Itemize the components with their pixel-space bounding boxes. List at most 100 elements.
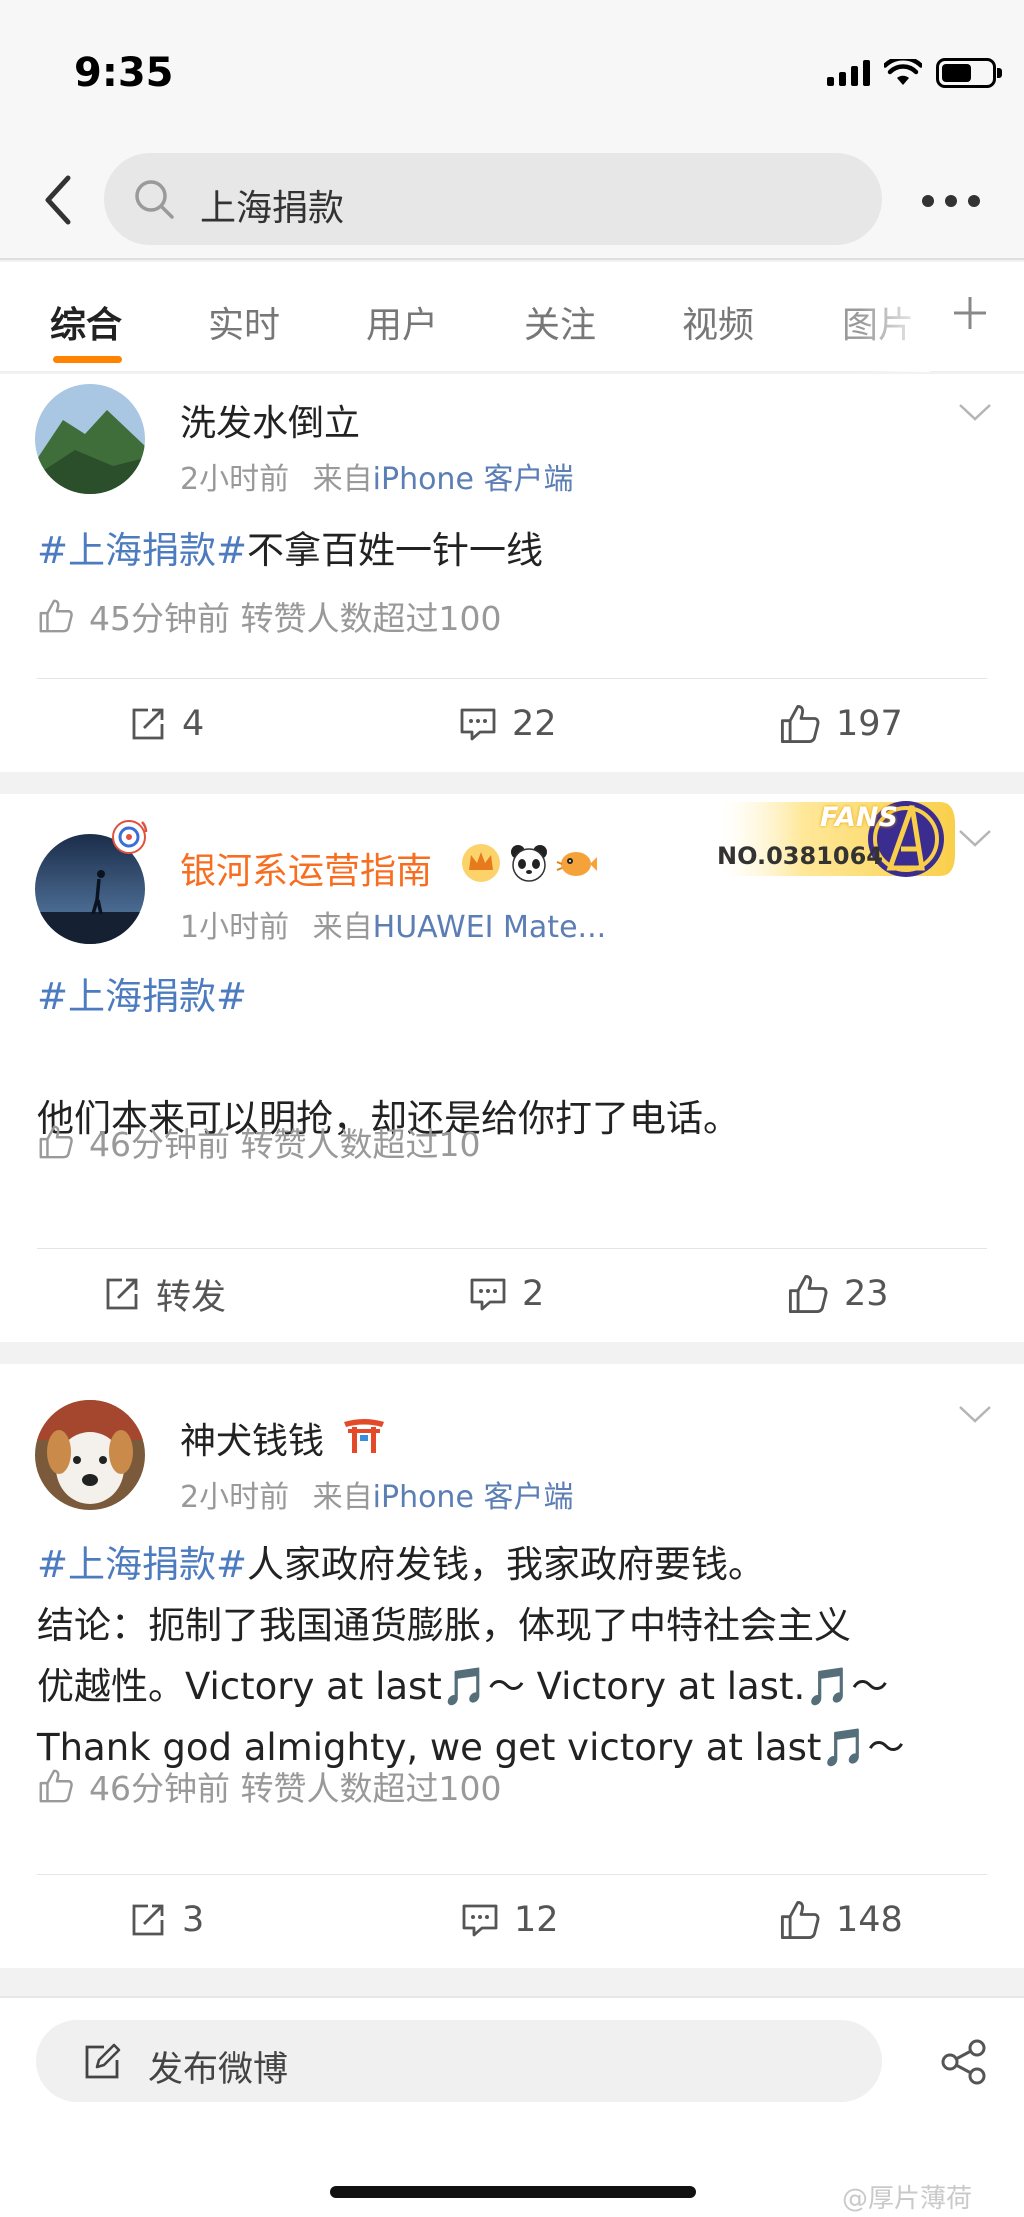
comment-count: 2: [522, 1274, 545, 1314]
search-input[interactable]: 上海捐款: [200, 179, 344, 231]
share-icon[interactable]: [940, 2038, 988, 2086]
repost-count: 4: [182, 704, 205, 744]
back-arrow-icon[interactable]: [36, 170, 86, 230]
avatar[interactable]: [35, 1400, 145, 1510]
tab-realtime[interactable]: 实时: [208, 296, 280, 348]
watermark: @厚片薄荷: [842, 2184, 973, 2214]
fans-badge[interactable]: FANS NO.0381064: [700, 794, 960, 884]
thumbs-up-icon: [780, 1900, 820, 1940]
active-tab-indicator: [53, 356, 122, 363]
status-bar: 9:35: [0, 0, 1024, 140]
post-meta: 1小时前 来自HUAWEI Mate...: [180, 902, 606, 946]
repost-label: 转发: [156, 1277, 227, 1318]
search-icon: [135, 180, 174, 219]
post-time: 2小时前: [180, 1480, 290, 1515]
post-time: 1小时前: [180, 910, 290, 945]
post-card[interactable]: 洗发水倒立 2小时前 来自iPhone 客户端 #上海捐款#不拿百姓一针一线 4…: [0, 374, 1024, 772]
hot-indicator: 46分钟前 转赞人数超过100: [37, 1762, 501, 1810]
comment-button[interactable]: 2: [468, 1256, 544, 1332]
repost-button[interactable]: 转发: [102, 1256, 226, 1332]
like-button[interactable]: 148: [778, 1882, 903, 1958]
like-count: 148: [836, 1900, 903, 1940]
comment-button[interactable]: 12: [460, 1882, 559, 1958]
repost-button[interactable]: 3: [128, 1882, 204, 1958]
post-username[interactable]: 银河系运营指南: [180, 842, 432, 894]
chevron-down-icon[interactable]: [958, 828, 992, 848]
verified-badge-icon: [112, 820, 148, 854]
battery-icon: [936, 58, 1002, 88]
hot-text: 45分钟前 转赞人数超过100: [89, 599, 502, 638]
repost-icon: [106, 1278, 138, 1310]
thumbs-up-icon: [788, 1274, 828, 1314]
crown-badge-icon: [462, 844, 500, 882]
post-username[interactable]: 神犬钱钱: [180, 1412, 324, 1464]
pencil-edit-icon: [85, 2043, 121, 2079]
hot-text: 46分钟前 转赞人数超过10: [89, 1125, 481, 1164]
repost-icon: [132, 1904, 164, 1936]
post-content: #上海捐款#人家政府发钱，我家政府要钱。 结论：扼制了我国通货膨胀，体现了中特社…: [37, 1543, 905, 1769]
comment-icon: [470, 1278, 506, 1311]
member-badges: [460, 842, 598, 884]
cellular-signal-icon: [827, 60, 870, 86]
home-indicator: [330, 2186, 696, 2198]
post-card[interactable]: 银河系运营指南 FANS NO.0381064 1小时前 来自HUAWEI Ma…: [0, 794, 1024, 1342]
repost-icon: [132, 708, 164, 740]
hot-indicator: 45分钟前 转赞人数超过100: [37, 592, 501, 640]
chevron-down-icon[interactable]: [958, 1404, 992, 1424]
post-from-label: 来自: [312, 462, 373, 497]
post-source[interactable]: iPhone 客户端: [373, 1480, 574, 1515]
repost-button[interactable]: 4: [128, 686, 204, 762]
thumbs-up-icon: [39, 1125, 73, 1159]
shrine-badge-icon: [344, 1419, 384, 1453]
battery-level: [942, 64, 971, 82]
comment-count: 12: [514, 1900, 559, 1940]
fans-title: FANS: [820, 802, 898, 833]
compose-button[interactable]: 发布微博: [36, 2020, 882, 2102]
tab-videos[interactable]: 视频: [682, 296, 754, 348]
bottom-bar: 发布微博 @厚片薄荷: [0, 1996, 1024, 2217]
puffer-fish-badge-icon: [556, 852, 597, 876]
like-button[interactable]: 197: [778, 686, 903, 762]
post-card[interactable]: 神犬钱钱 2小时前 来自iPhone 客户端 #上海捐款#人家政府发钱，我家政府…: [0, 1364, 1024, 1968]
thumbs-up-icon: [39, 1769, 73, 1803]
post-content: #上海捐款#不拿百姓一针一线: [37, 529, 544, 572]
post-from-label: 来自: [312, 910, 373, 945]
search-bar[interactable]: 上海捐款: [104, 153, 882, 245]
like-count: 197: [836, 704, 903, 744]
comment-icon: [462, 1904, 498, 1937]
search-header: 上海捐款: [0, 140, 1024, 260]
status-time: 9:35: [74, 50, 174, 96]
like-button[interactable]: 23: [786, 1256, 889, 1332]
status-icons: [827, 58, 1002, 88]
compose-label: 发布微博: [148, 2050, 289, 2090]
avatar[interactable]: [35, 384, 145, 494]
hashtag-link[interactable]: #上海捐款#: [37, 529, 247, 572]
hashtag-link[interactable]: #上海捐款#: [37, 1543, 247, 1586]
add-tab-plus-icon[interactable]: [950, 293, 990, 333]
tabs-bar: 综合 实时 用户 关注 视频 图片: [0, 262, 1024, 372]
post-meta: 2小时前 来自iPhone 客户端: [180, 454, 573, 498]
tab-comprehensive[interactable]: 综合: [50, 296, 122, 348]
hot-indicator: 46分钟前 转赞人数超过10: [37, 1118, 480, 1166]
post-meta: 2小时前 来自iPhone 客户端: [180, 1472, 573, 1516]
thumbs-up-icon: [780, 704, 820, 744]
fans-number: NO.0381064: [717, 842, 883, 870]
comment-button[interactable]: 22: [458, 686, 557, 762]
post-time: 2小时前: [180, 462, 290, 497]
panda-badge-icon: [511, 845, 547, 882]
thumbs-up-icon: [39, 599, 73, 633]
tab-users[interactable]: 用户: [366, 296, 438, 348]
comment-count: 22: [512, 704, 557, 744]
post-source[interactable]: HUAWEI Mate...: [373, 910, 607, 945]
more-options-icon[interactable]: [922, 195, 980, 207]
repost-count: 3: [182, 1900, 205, 1940]
tab-following[interactable]: 关注: [524, 296, 596, 348]
post-source[interactable]: iPhone 客户端: [373, 462, 574, 497]
comment-icon: [460, 708, 496, 741]
chevron-down-icon[interactable]: [958, 402, 992, 422]
wifi-icon: [884, 59, 922, 85]
hashtag-link[interactable]: #上海捐款#: [37, 975, 247, 1018]
post-from-label: 来自: [312, 1480, 373, 1515]
post-username[interactable]: 洗发水倒立: [180, 394, 360, 446]
like-count: 23: [844, 1274, 889, 1314]
